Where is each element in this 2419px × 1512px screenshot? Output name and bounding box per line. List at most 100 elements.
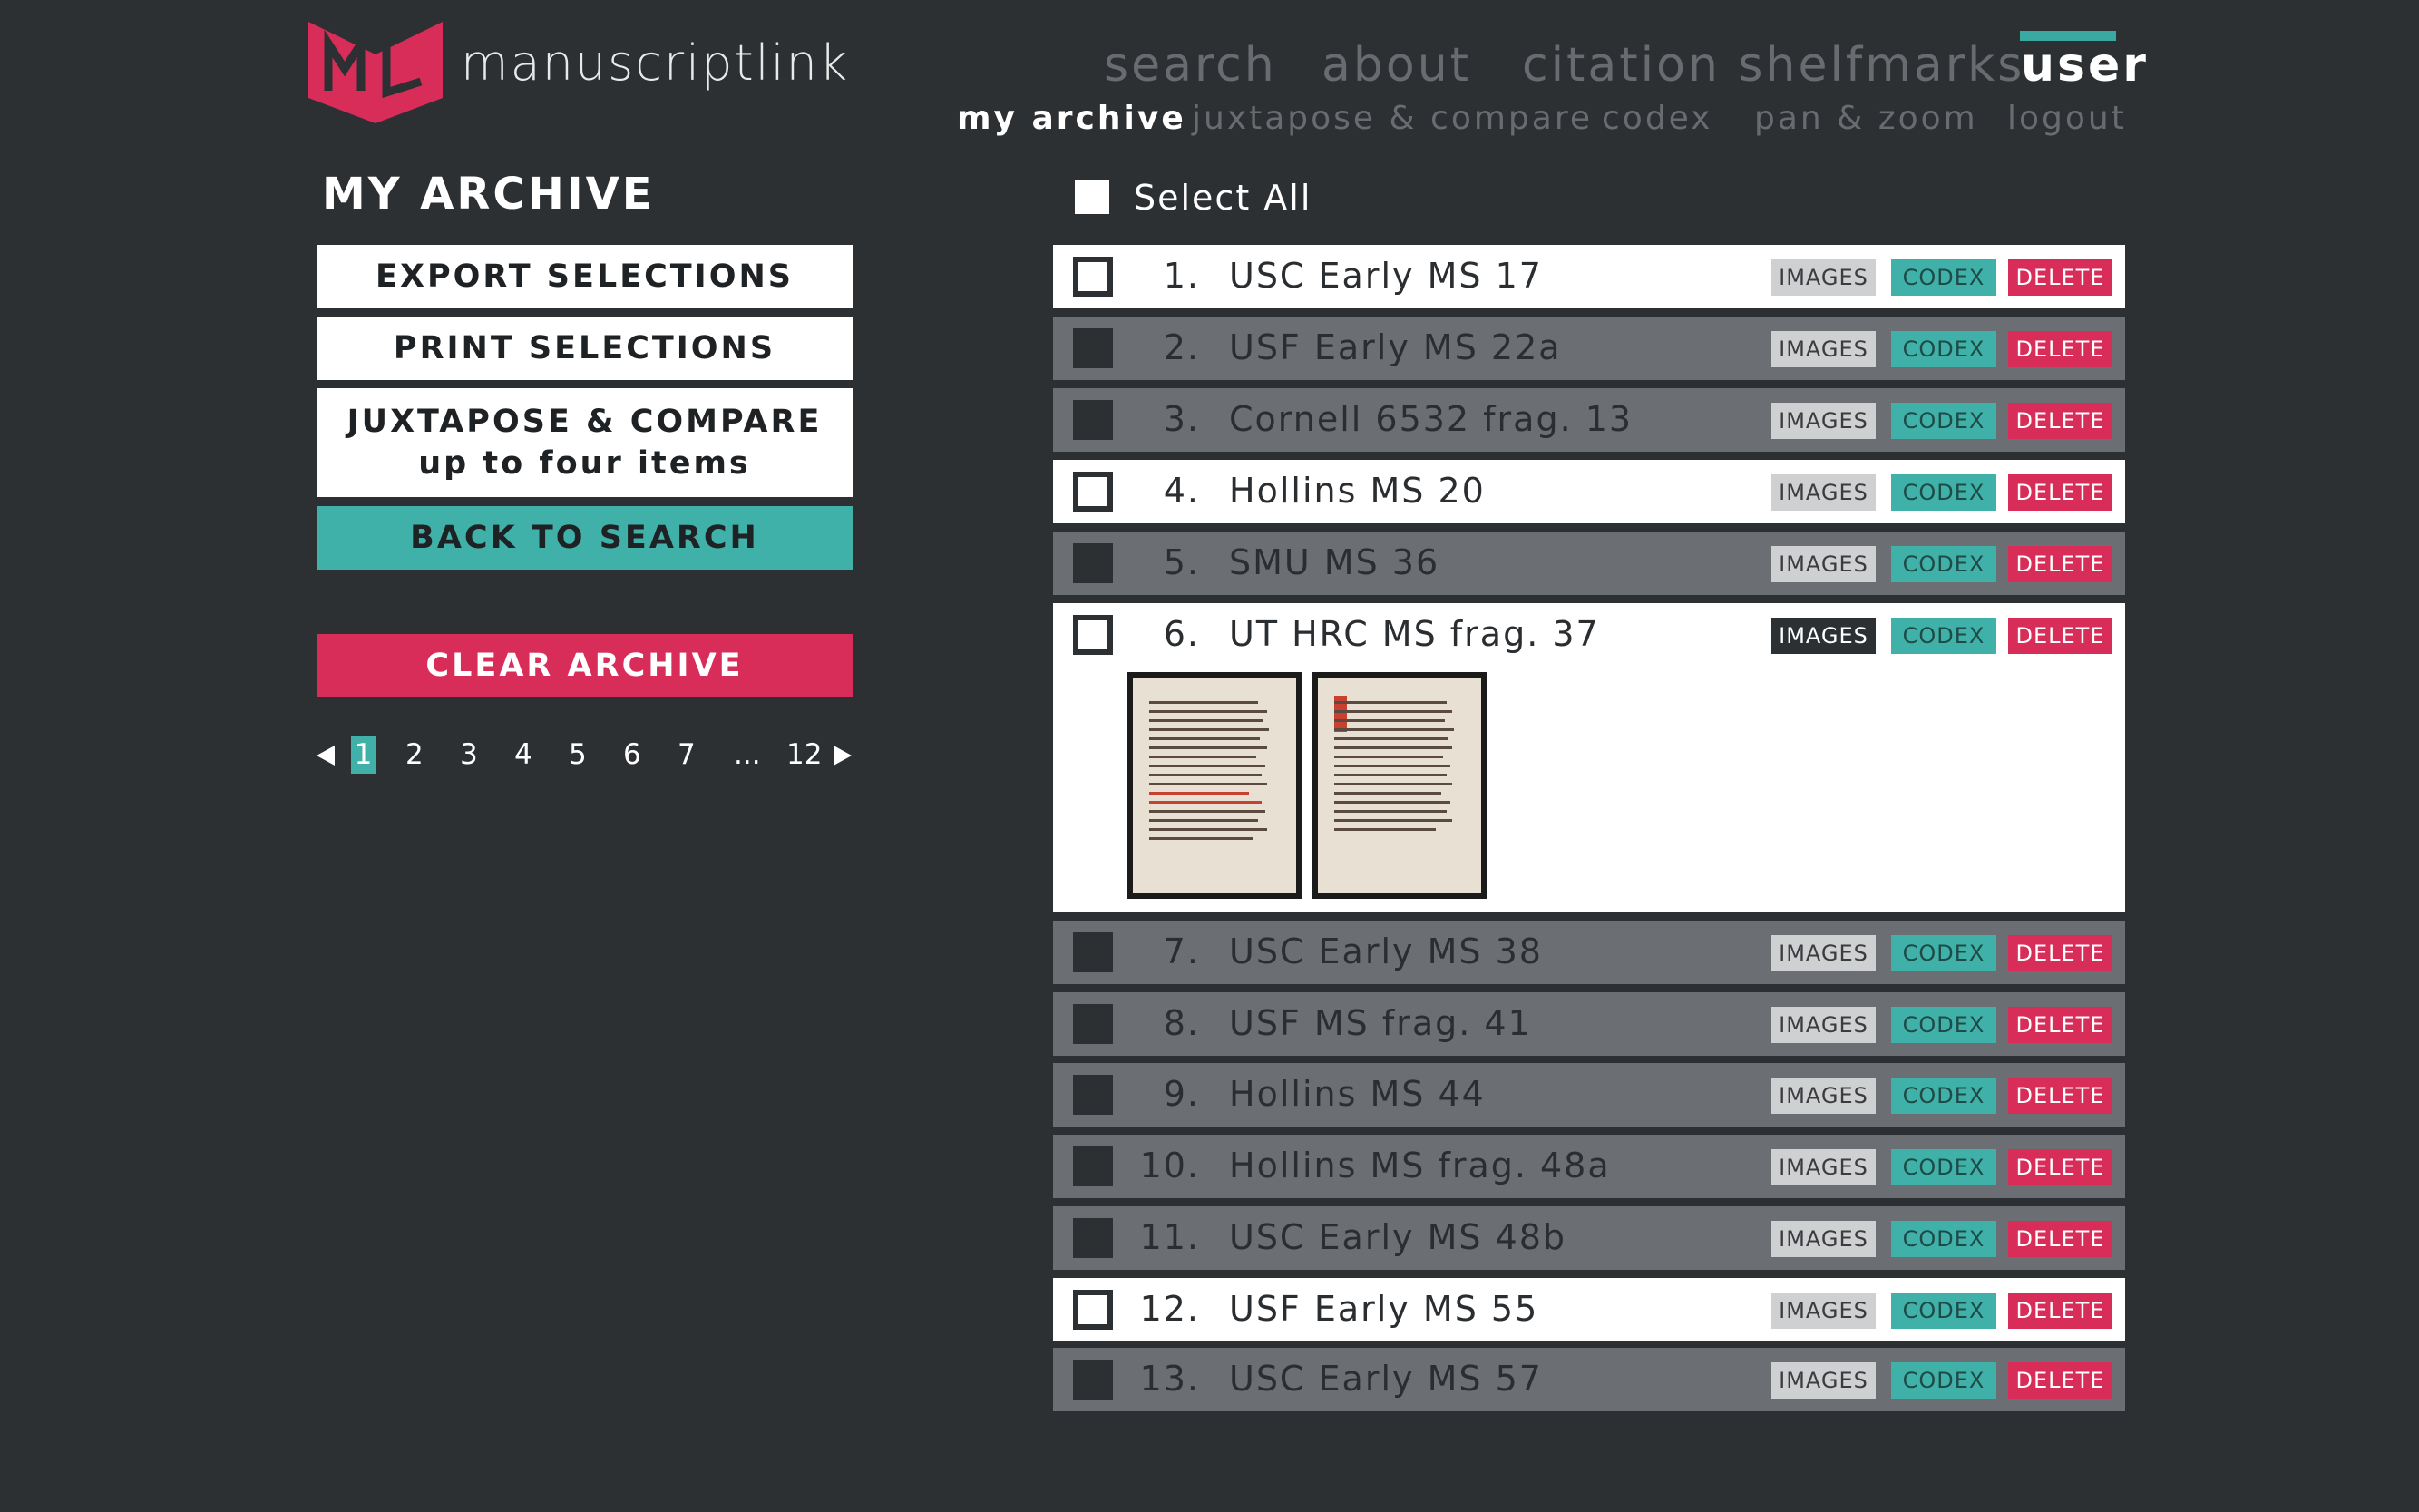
row-checkbox[interactable] bbox=[1073, 543, 1113, 583]
next-page-icon[interactable] bbox=[834, 746, 852, 766]
row-title[interactable]: USF Early MS 22a bbox=[1229, 327, 1562, 367]
subnav-juxtapose-compare[interactable]: juxtapose & compare bbox=[1192, 100, 1593, 137]
print-selections-button[interactable]: PRINT SELECTIONS bbox=[317, 317, 853, 380]
codex-button[interactable]: CODEX bbox=[1891, 1293, 1996, 1329]
row-number: 8. bbox=[1163, 1003, 1200, 1043]
row-title[interactable]: USC Early MS 38 bbox=[1229, 932, 1543, 971]
nav-user[interactable]: user bbox=[2021, 38, 2149, 93]
images-button[interactable]: IMAGES bbox=[1771, 935, 1876, 971]
images-button[interactable]: IMAGES bbox=[1771, 474, 1876, 511]
delete-button[interactable]: DELETE bbox=[2008, 259, 2112, 296]
delete-button[interactable]: DELETE bbox=[2008, 1078, 2112, 1114]
export-selections-label: EXPORT SELECTIONS bbox=[376, 259, 794, 295]
codex-button[interactable]: CODEX bbox=[1891, 1221, 1996, 1257]
export-selections-button[interactable]: EXPORT SELECTIONS bbox=[317, 245, 853, 308]
codex-button[interactable]: CODEX bbox=[1891, 1362, 1996, 1399]
row-title[interactable]: Hollins MS frag. 48a bbox=[1229, 1146, 1611, 1185]
images-button[interactable]: IMAGES bbox=[1771, 1221, 1876, 1257]
subnav-logout[interactable]: logout bbox=[2007, 100, 2127, 137]
row-checkbox[interactable] bbox=[1073, 932, 1113, 972]
row-checkbox[interactable] bbox=[1073, 1218, 1113, 1258]
row-title[interactable]: USC Early MS 17 bbox=[1229, 256, 1543, 296]
delete-button[interactable]: DELETE bbox=[2008, 546, 2112, 582]
row-checkbox[interactable] bbox=[1073, 1360, 1113, 1400]
row-title[interactable]: Hollins MS 44 bbox=[1229, 1074, 1486, 1114]
page-link-1[interactable]: 1 bbox=[351, 736, 376, 774]
nav-about[interactable]: about bbox=[1322, 38, 1471, 93]
delete-button[interactable]: DELETE bbox=[2008, 1221, 2112, 1257]
page-link-7[interactable]: 7 bbox=[678, 738, 696, 771]
row-number: 1. bbox=[1163, 256, 1200, 296]
row-checkbox[interactable] bbox=[1073, 615, 1113, 655]
page-link-4[interactable]: 4 bbox=[514, 738, 532, 771]
manuscript-thumbnail[interactable] bbox=[1312, 672, 1487, 899]
row-number: 7. bbox=[1163, 932, 1200, 971]
archive-row: 5. SMU MS 36 IMAGES CODEX DELETE bbox=[1053, 532, 2125, 595]
images-button[interactable]: IMAGES bbox=[1771, 618, 1876, 654]
subnav-codex[interactable]: codex bbox=[1602, 100, 1713, 137]
row-title[interactable]: Cornell 6532 frag. 13 bbox=[1229, 399, 1633, 439]
subnav-my-archive[interactable]: my archive bbox=[957, 100, 1186, 137]
row-checkbox[interactable] bbox=[1073, 1290, 1113, 1330]
row-title[interactable]: USC Early MS 57 bbox=[1229, 1359, 1543, 1399]
page-link-2[interactable]: 2 bbox=[405, 738, 424, 771]
row-checkbox[interactable] bbox=[1073, 1004, 1113, 1044]
delete-button[interactable]: DELETE bbox=[2008, 935, 2112, 971]
page-ellipsis: ... bbox=[734, 738, 761, 771]
codex-button[interactable]: CODEX bbox=[1891, 403, 1996, 439]
row-checkbox[interactable] bbox=[1073, 1075, 1113, 1115]
images-button[interactable]: IMAGES bbox=[1771, 331, 1876, 367]
row-title[interactable]: Hollins MS 20 bbox=[1229, 471, 1486, 511]
select-all-label[interactable]: Select All bbox=[1134, 178, 1312, 218]
delete-button[interactable]: DELETE bbox=[2008, 474, 2112, 511]
previous-page-icon[interactable] bbox=[317, 746, 335, 766]
juxtapose-compare-button[interactable]: JUXTAPOSE & COMPARE up to four items bbox=[317, 388, 853, 497]
row-title[interactable]: SMU MS 36 bbox=[1229, 542, 1439, 582]
page-link-6[interactable]: 6 bbox=[623, 738, 641, 771]
images-button[interactable]: IMAGES bbox=[1771, 259, 1876, 296]
codex-button[interactable]: CODEX bbox=[1891, 1078, 1996, 1114]
row-title[interactable]: USF MS frag. 41 bbox=[1229, 1003, 1532, 1043]
images-button[interactable]: IMAGES bbox=[1771, 1293, 1876, 1329]
delete-button[interactable]: DELETE bbox=[2008, 403, 2112, 439]
delete-button[interactable]: DELETE bbox=[2008, 1149, 2112, 1185]
images-button[interactable]: IMAGES bbox=[1771, 1007, 1876, 1043]
manuscript-thumbnail[interactable] bbox=[1127, 672, 1302, 899]
images-button[interactable]: IMAGES bbox=[1771, 1362, 1876, 1399]
select-all-checkbox[interactable] bbox=[1075, 180, 1109, 214]
nav-search[interactable]: search bbox=[1104, 38, 1277, 93]
codex-button[interactable]: CODEX bbox=[1891, 259, 1996, 296]
subnav-pan-zoom[interactable]: pan & zoom bbox=[1754, 100, 1978, 137]
codex-button[interactable]: CODEX bbox=[1891, 618, 1996, 654]
manuscript-page-image bbox=[1133, 678, 1296, 893]
codex-button[interactable]: CODEX bbox=[1891, 1149, 1996, 1185]
images-button[interactable]: IMAGES bbox=[1771, 546, 1876, 582]
row-title[interactable]: UT HRC MS frag. 37 bbox=[1229, 614, 1600, 654]
codex-button[interactable]: CODEX bbox=[1891, 474, 1996, 511]
row-checkbox[interactable] bbox=[1073, 400, 1113, 440]
row-checkbox[interactable] bbox=[1073, 257, 1113, 297]
row-checkbox[interactable] bbox=[1073, 328, 1113, 368]
delete-button[interactable]: DELETE bbox=[2008, 1362, 2112, 1399]
delete-button[interactable]: DELETE bbox=[2008, 331, 2112, 367]
delete-button[interactable]: DELETE bbox=[2008, 1293, 2112, 1329]
codex-button[interactable]: CODEX bbox=[1891, 935, 1996, 971]
row-title[interactable]: USF Early MS 55 bbox=[1229, 1289, 1538, 1329]
codex-button[interactable]: CODEX bbox=[1891, 331, 1996, 367]
codex-button[interactable]: CODEX bbox=[1891, 546, 1996, 582]
images-button[interactable]: IMAGES bbox=[1771, 403, 1876, 439]
delete-button[interactable]: DELETE bbox=[2008, 1007, 2112, 1043]
clear-archive-button[interactable]: CLEAR ARCHIVE bbox=[317, 634, 853, 697]
row-checkbox[interactable] bbox=[1073, 1146, 1113, 1186]
page-link-3[interactable]: 3 bbox=[460, 738, 478, 771]
delete-button[interactable]: DELETE bbox=[2008, 618, 2112, 654]
page-link-5[interactable]: 5 bbox=[569, 738, 587, 771]
back-to-search-button[interactable]: BACK TO SEARCH bbox=[317, 506, 853, 570]
nav-citation-shelfmarks[interactable]: citation shelfmarks bbox=[1522, 38, 2024, 93]
page-link-12[interactable]: 12 bbox=[786, 738, 822, 771]
row-checkbox[interactable] bbox=[1073, 472, 1113, 512]
images-button[interactable]: IMAGES bbox=[1771, 1078, 1876, 1114]
images-button[interactable]: IMAGES bbox=[1771, 1149, 1876, 1185]
row-title[interactable]: USC Early MS 48b bbox=[1229, 1217, 1566, 1257]
codex-button[interactable]: CODEX bbox=[1891, 1007, 1996, 1043]
